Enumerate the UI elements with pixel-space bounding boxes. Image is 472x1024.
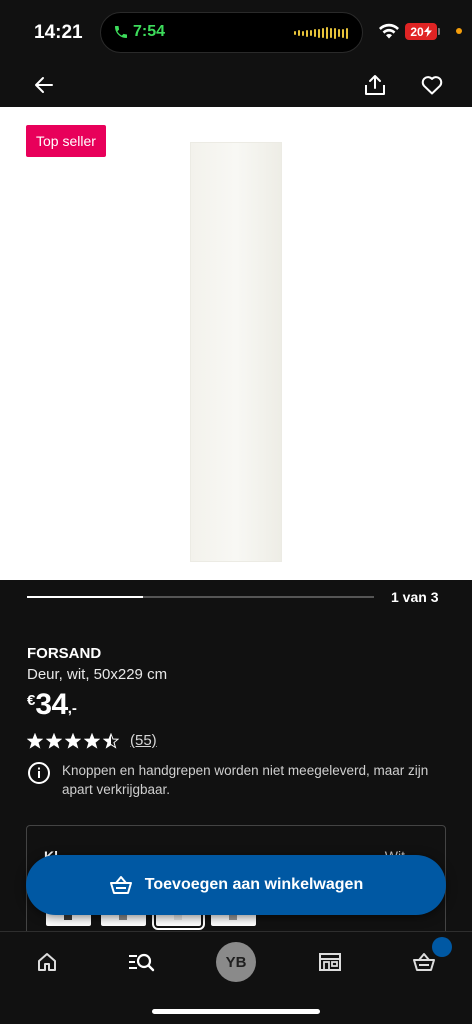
image-pager-track [27, 596, 374, 598]
audio-waveform-icon [294, 27, 348, 39]
cart-icon [413, 953, 435, 971]
call-indicator: 7:54 [113, 23, 165, 41]
wifi-icon [379, 23, 399, 39]
add-to-cart-label: Toevoegen aan winkelwagen [144, 876, 364, 893]
product-description: Deur, wit, 50x229 cm [27, 666, 168, 683]
info-text: Knoppen en handgrepen worden niet meegel… [62, 763, 429, 797]
charging-bolt-icon [423, 26, 432, 37]
mic-indicator-dot [456, 28, 462, 34]
phone-icon [115, 26, 127, 38]
app-header [0, 62, 472, 108]
home-icon [38, 953, 56, 971]
price-amount: 34 [35, 688, 68, 721]
heart-icon [421, 76, 443, 95]
status-time: 14:21 [34, 22, 83, 43]
store-icon [319, 953, 341, 971]
status-bar: 14:21 7:54 20 [0, 0, 472, 62]
product-image [190, 142, 282, 562]
battery-level: 20 [410, 24, 424, 39]
star-half-icon [103, 732, 119, 749]
product-name: FORSAND [27, 645, 102, 662]
top-seller-badge: Top seller [26, 125, 106, 157]
product-rating[interactable]: (55) [27, 732, 157, 749]
nav-home[interactable] [27, 946, 67, 978]
star-full-icon [84, 732, 100, 749]
add-to-cart-button[interactable]: Toevoegen aan winkelwagen [26, 855, 446, 915]
share-icon [365, 75, 385, 95]
image-pager-label: 1 van 3 [391, 589, 439, 605]
back-button[interactable] [27, 68, 61, 102]
price-currency: € [27, 692, 36, 709]
star-full-icon [65, 732, 81, 749]
image-pager-progress [27, 596, 143, 598]
profile-avatar[interactable]: YB [216, 942, 256, 982]
rating-stars [27, 732, 119, 749]
search-icon [129, 953, 155, 972]
favorite-button[interactable] [415, 68, 449, 102]
home-indicator[interactable] [152, 1009, 320, 1014]
star-full-icon [46, 732, 62, 749]
star-full-icon [27, 732, 43, 749]
cart-badge [432, 937, 452, 957]
product-price: € 34 ,- [27, 688, 77, 722]
info-notice: Knoppen en handgrepen worden niet meegel… [27, 761, 447, 799]
nav-search[interactable] [121, 946, 161, 978]
product-image-carousel[interactable]: Top seller [0, 107, 472, 580]
info-icon [28, 762, 50, 784]
price-decimals: ,- [67, 700, 77, 717]
share-button[interactable] [358, 68, 392, 102]
nav-stores[interactable] [310, 946, 350, 978]
basket-icon [109, 876, 132, 894]
arrow-left-icon [35, 77, 53, 93]
call-time: 7:54 [133, 23, 166, 40]
dynamic-island[interactable]: 7:54 [100, 12, 363, 53]
rating-count-link[interactable]: (55) [130, 732, 157, 749]
battery-indicator: 20 [405, 23, 440, 40]
